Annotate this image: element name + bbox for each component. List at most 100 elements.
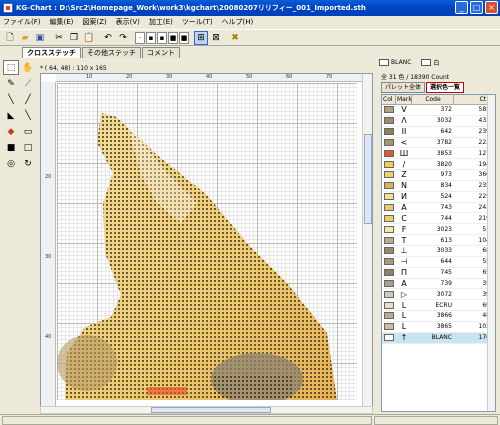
menu-process[interactable]: 加工(E) [149,17,173,27]
settings-tool-icon[interactable]: ✖ [228,31,242,45]
copy-icon[interactable]: ❐ [67,31,81,45]
title-bar: KG-Chart : D:\Src2\Homepage_Work\work3\k… [0,0,500,16]
horizontal-scrollbar[interactable] [40,406,373,414]
palette-row[interactable]: F302351 [382,224,495,236]
palette-row[interactable]: Π74565 [382,268,495,279]
palette-row[interactable]: N 834 235 [382,181,495,192]
header-col[interactable]: Col [382,95,396,104]
stitch-size-5-icon[interactable]: ■ [179,31,189,44]
thread-code: 739 [440,279,452,287]
menu-view[interactable]: 表示(V) [116,17,140,27]
header-ct[interactable]: Ct [454,95,489,104]
color-cell [382,247,396,255]
palette-row[interactable]: V 372 585 [382,105,495,116]
pencil-icon[interactable]: ✎ [3,76,19,91]
save-icon[interactable]: ▣ [33,31,47,45]
rect-fill-icon[interactable]: ■ [3,140,19,155]
select-rect-icon[interactable]: ⬚ [3,60,19,75]
close-button[interactable]: × [485,1,498,14]
symbol-mark: < [400,137,408,147]
palette-row[interactable]: ↑ BLANC 176 [382,332,495,344]
undo-icon[interactable]: ↶ [101,31,115,45]
background-color-swatch[interactable] [421,59,432,66]
palette-row[interactable]: ▷307239 [382,289,495,301]
palette-row[interactable]: II 642 239 [382,127,495,138]
current-color-swatch[interactable] [379,59,389,66]
palette-row[interactable]: LECRU69 [382,300,495,312]
menu-tools[interactable]: ツール(T) [182,17,213,27]
palette-row[interactable]: Λ 3032 433 [382,116,495,127]
vertical-scrollbar[interactable] [362,74,372,407]
header-mark[interactable]: Mark [396,95,412,104]
header-code[interactable]: Code [412,95,454,104]
palette-row[interactable]: C 744 219 [382,213,495,225]
menu-design[interactable]: 図案(Z) [82,17,106,27]
stitch-size-2-icon[interactable]: ▪ [146,31,156,44]
menu-help[interactable]: ヘルプ(H) [222,17,254,27]
palette-row[interactable]: L386648 [382,311,495,322]
menu-file[interactable]: ファイル(F) [3,17,41,27]
thread-code: 3072 [436,290,452,298]
rect-outline-icon[interactable]: □ [20,140,36,155]
palette-row[interactable]: /3820 194 [382,159,495,171]
palette-row[interactable]: ⊥303368 [382,246,495,257]
ruler-v-label: 30 [45,254,52,260]
maximize-button[interactable]: □ [470,1,483,14]
tab-full-palette[interactable]: パレット全体 [381,82,426,93]
redo-icon[interactable]: ↷ [116,31,130,45]
grid-view-icon[interactable]: ⊞ [194,30,208,45]
horizontal-scroll-thumb[interactable] [151,407,271,413]
minimize-button[interactable]: _ [455,1,468,14]
color-cell [382,312,396,320]
symbol-mark: N [401,181,407,191]
tab-cross-stitch[interactable]: クロスステッチ [22,47,81,58]
color-cell [382,279,396,287]
tab-other-stitch[interactable]: その他ステッチ [82,47,141,58]
color-swatch [384,117,394,125]
thread-code: 524 [440,193,452,201]
color-cell [382,149,396,157]
rotate-icon[interactable]: ↻ [20,156,36,171]
backstitch-icon[interactable]: ╲ [20,108,36,123]
paste-icon[interactable]: 📋 [82,31,96,45]
open-folder-icon[interactable]: ▰ [18,31,32,45]
palette-row[interactable]: ⊣64455 [382,257,495,268]
tab-selected-colors[interactable]: 選択色一覧 [426,82,465,93]
color-swatch [384,149,394,157]
palette-row[interactable]: Ш 3853 127 [382,148,495,160]
stitch-size-3-icon[interactable]: ▪ [157,31,167,44]
palette-row[interactable]: Z 973 360 [382,170,495,181]
line-icon[interactable]: ╲ [3,92,19,107]
symbol-mark: Π [400,268,407,278]
lasso-icon[interactable]: ◎ [3,156,19,171]
half-stitch-icon[interactable]: ◣ [3,108,19,123]
palette-row[interactable]: A 743 241 [382,203,495,214]
thread-code: ECRU [435,301,452,309]
cut-icon[interactable]: ✂ [52,31,66,45]
eraser-icon[interactable]: ▭ [20,124,36,139]
stitch-size-4-icon[interactable]: ■ [168,31,178,44]
palette-row[interactable]: L 3865 103 [382,322,495,333]
color-swatch [384,128,394,136]
tab-comment[interactable]: コメント [142,47,180,58]
hand-icon[interactable]: ✋ [20,60,36,75]
symbol-mark: ▷ [400,289,408,299]
eyedropper-icon[interactable]: ⟋ [20,76,36,91]
coordinate-text: * ( 64, 48) [40,65,71,72]
ruler-v-label: 40 [45,334,52,340]
fill-icon[interactable]: ◆ [3,124,19,139]
new-file-icon[interactable]: 🗋 [3,31,17,45]
stitch-size-1-icon[interactable]: · [135,31,145,44]
pattern-canvas[interactable]: 10 20 30 40 50 60 70 20 30 40 [40,73,373,408]
palette-row[interactable]: И 524 225 [382,192,495,203]
symbol-mark: L [401,311,407,321]
palette-scrollbar[interactable] [487,95,495,411]
pattern-image [57,113,337,400]
palette-row[interactable]: <3782 223 [382,138,495,149]
menu-edit[interactable]: 編集(E) [50,17,74,27]
palette-row[interactable]: A73935 [382,279,495,290]
palette-row[interactable]: T 613 104 [382,235,495,246]
symbol-view-icon[interactable]: ⊠ [209,31,223,45]
diagonal-line-icon[interactable]: ╱ [20,92,36,107]
vertical-scroll-thumb[interactable] [364,134,372,224]
